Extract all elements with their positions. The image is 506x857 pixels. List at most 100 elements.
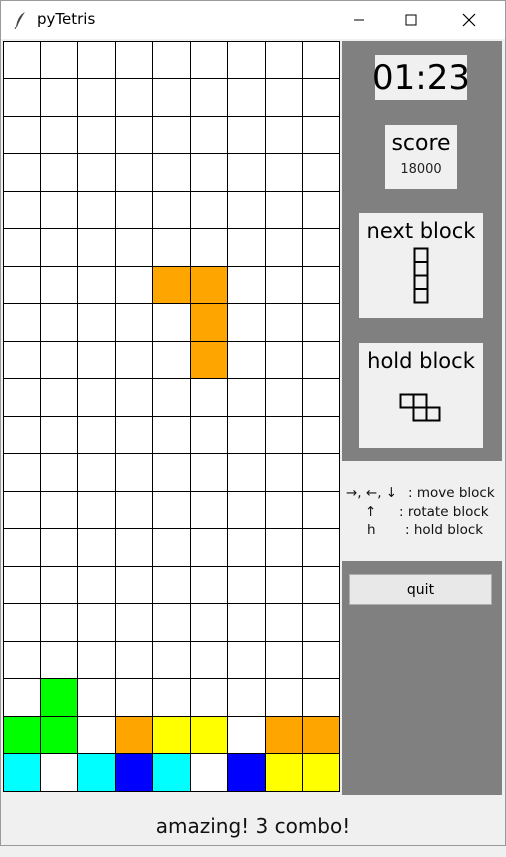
board-cell xyxy=(152,453,191,492)
board-cell xyxy=(2,603,41,642)
board-cell xyxy=(302,603,341,642)
board-cell xyxy=(302,153,341,192)
game-board xyxy=(2,40,341,792)
board-cell xyxy=(152,565,191,604)
close-button[interactable] xyxy=(446,1,492,39)
board-cell xyxy=(302,190,341,229)
board-cell xyxy=(39,453,79,492)
board-cell xyxy=(2,115,41,154)
board-cell xyxy=(77,40,116,79)
board-cell xyxy=(189,115,229,154)
board-cell xyxy=(114,415,154,454)
board-cell xyxy=(189,415,229,454)
board-cell xyxy=(2,640,41,679)
board-cell xyxy=(264,190,304,229)
board-cell xyxy=(77,78,116,117)
board-cell xyxy=(77,303,116,342)
board-cell xyxy=(189,753,229,792)
board-cell xyxy=(39,490,79,529)
board-cell xyxy=(77,490,116,529)
board-cell xyxy=(302,715,341,754)
board-cell xyxy=(114,753,154,792)
board-cell xyxy=(264,153,304,192)
help-hold-key: h xyxy=(367,522,376,538)
board-cell xyxy=(114,528,154,567)
board-cell xyxy=(77,640,116,679)
board-cell xyxy=(227,640,266,679)
board-cell xyxy=(39,265,79,304)
board-cell xyxy=(39,415,79,454)
board-cell xyxy=(227,303,266,342)
help-move-keys: →, ←, ↓ xyxy=(346,485,398,501)
board-cell xyxy=(114,640,154,679)
board-cell xyxy=(2,565,41,604)
board-cell xyxy=(189,453,229,492)
board-cell xyxy=(189,303,229,342)
board-cell xyxy=(114,565,154,604)
board-cell xyxy=(189,340,229,379)
board-cell xyxy=(114,78,154,117)
maximize-button[interactable] xyxy=(388,1,434,39)
board-cell xyxy=(264,265,304,304)
board-cell xyxy=(152,228,191,267)
board-cell xyxy=(227,40,266,79)
minimize-button[interactable] xyxy=(336,1,382,39)
board-cell xyxy=(227,378,266,417)
board-cell xyxy=(39,603,79,642)
hold-block-panel: hold block xyxy=(359,343,483,448)
board-cell xyxy=(189,528,229,567)
board-cell xyxy=(77,678,116,717)
board-cell xyxy=(77,115,116,154)
board-cell xyxy=(227,453,266,492)
board-cell xyxy=(2,678,41,717)
board-cell xyxy=(264,490,304,529)
board-cell xyxy=(302,678,341,717)
board-cell xyxy=(302,753,341,792)
quit-button[interactable]: quit xyxy=(349,574,492,605)
board-cell xyxy=(39,340,79,379)
title-bar[interactable]: pyTetris xyxy=(1,1,505,39)
board-cell xyxy=(114,40,154,79)
side-panel: 01:23 score 18000 next block hold block xyxy=(342,41,502,795)
board-cell xyxy=(264,603,304,642)
board-cell xyxy=(2,715,41,754)
board-cell xyxy=(227,228,266,267)
board-cell xyxy=(227,340,266,379)
board-cell xyxy=(77,528,116,567)
board-cell xyxy=(264,415,304,454)
board-cell xyxy=(152,603,191,642)
i-block-icon xyxy=(413,247,429,304)
board-cell xyxy=(77,715,116,754)
board-cell xyxy=(114,715,154,754)
board-cell xyxy=(302,565,341,604)
timer-display: 01:23 xyxy=(372,55,470,100)
board-cell xyxy=(77,415,116,454)
board-cell xyxy=(39,640,79,679)
board-cell xyxy=(39,153,79,192)
board-cell xyxy=(39,78,79,117)
board-cell xyxy=(264,753,304,792)
board-cell xyxy=(114,378,154,417)
board-cell xyxy=(227,565,266,604)
board-cell xyxy=(152,753,191,792)
board-cell xyxy=(39,228,79,267)
board-cell xyxy=(2,528,41,567)
next-block-panel: next block xyxy=(359,213,483,318)
board-cell xyxy=(152,340,191,379)
board-cell xyxy=(227,490,266,529)
board-cell xyxy=(39,115,79,154)
board-cell xyxy=(264,528,304,567)
board-cell xyxy=(264,453,304,492)
s-block-icon xyxy=(399,393,441,422)
board-cell xyxy=(189,78,229,117)
board-cell xyxy=(264,340,304,379)
board-cell xyxy=(114,490,154,529)
board-cell xyxy=(227,153,266,192)
board-cell xyxy=(264,565,304,604)
board-cell xyxy=(189,40,229,79)
minimize-icon xyxy=(354,19,364,21)
board-cell xyxy=(264,228,304,267)
board-cell xyxy=(114,303,154,342)
board-cell xyxy=(39,678,79,717)
board-cell xyxy=(189,565,229,604)
